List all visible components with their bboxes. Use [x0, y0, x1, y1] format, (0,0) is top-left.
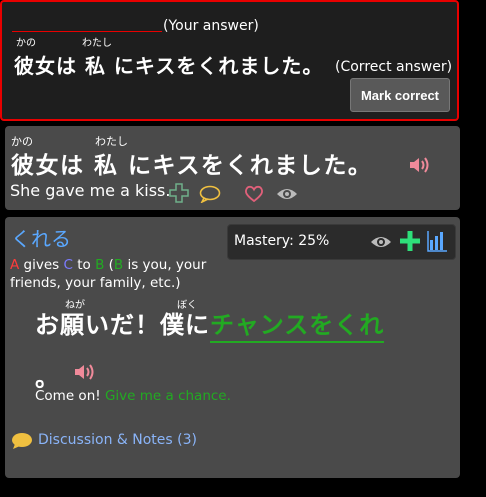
example-highlight: チャンスをくれ — [210, 311, 385, 343]
desc-text: ( — [104, 257, 114, 273]
grammar-panel: くれる A gives C to B (B is you, your frien… — [5, 217, 460, 478]
role-a: A — [10, 257, 20, 273]
desc-text: to — [72, 257, 96, 273]
review-panel: (Your answer) かの わたし 彼女は 私 にキスをくれました。 (C… — [0, 0, 459, 121]
plus-outline-icon[interactable] — [169, 183, 189, 207]
grammar-title[interactable]: くれる — [11, 223, 71, 252]
role-c: C — [63, 257, 73, 273]
example-en-highlight: Give me a chance. — [104, 388, 231, 404]
correct-sentence: 彼女は 私 にキスをくれました。 — [14, 54, 324, 78]
speaker-icon[interactable] — [409, 156, 431, 178]
speaker-icon[interactable] — [74, 363, 96, 385]
sentence-panel: かの わたし 彼女は 私 にキスをくれました。 She gave me a ki… — [5, 126, 460, 210]
mastery-label: Mastery: 25% — [234, 233, 330, 249]
english-translation: She gave me a kiss. — [10, 181, 171, 200]
eye-icon[interactable] — [370, 234, 392, 254]
correct-answer-label: (Correct answer) — [335, 59, 453, 75]
speech-bubble-icon[interactable] — [11, 432, 33, 454]
role-b: B — [113, 257, 124, 273]
your-answer-blank — [12, 31, 162, 32]
mastery-box: Mastery: 25% — [227, 224, 456, 260]
example-en-plain: Come on! — [35, 388, 101, 404]
example-translation: Come on! Give me a chance. — [35, 388, 231, 404]
grammar-description: A gives C to B (B is you, your friends, … — [10, 256, 220, 292]
furigana: かの — [16, 38, 36, 49]
furigana: わたし — [82, 38, 112, 49]
heart-icon[interactable] — [244, 185, 264, 207]
example-sentence: お願いだ！僕にチャンスをくれ — [35, 305, 385, 343]
bar-chart-icon[interactable] — [427, 230, 447, 256]
your-answer-label: (Your answer) — [163, 18, 259, 34]
role-b: B — [95, 257, 105, 273]
desc-text: gives — [19, 257, 64, 273]
mark-correct-button[interactable]: Mark correct — [350, 78, 450, 112]
discussion-link[interactable]: Discussion & Notes (3) — [38, 432, 197, 448]
example-plain: お願いだ！僕に — [35, 311, 210, 339]
eye-icon[interactable] — [276, 186, 298, 206]
speech-bubble-icon[interactable] — [199, 185, 221, 207]
japanese-sentence: 彼女は 私 にキスをくれました。 — [11, 153, 373, 179]
plus-icon[interactable] — [400, 231, 420, 255]
